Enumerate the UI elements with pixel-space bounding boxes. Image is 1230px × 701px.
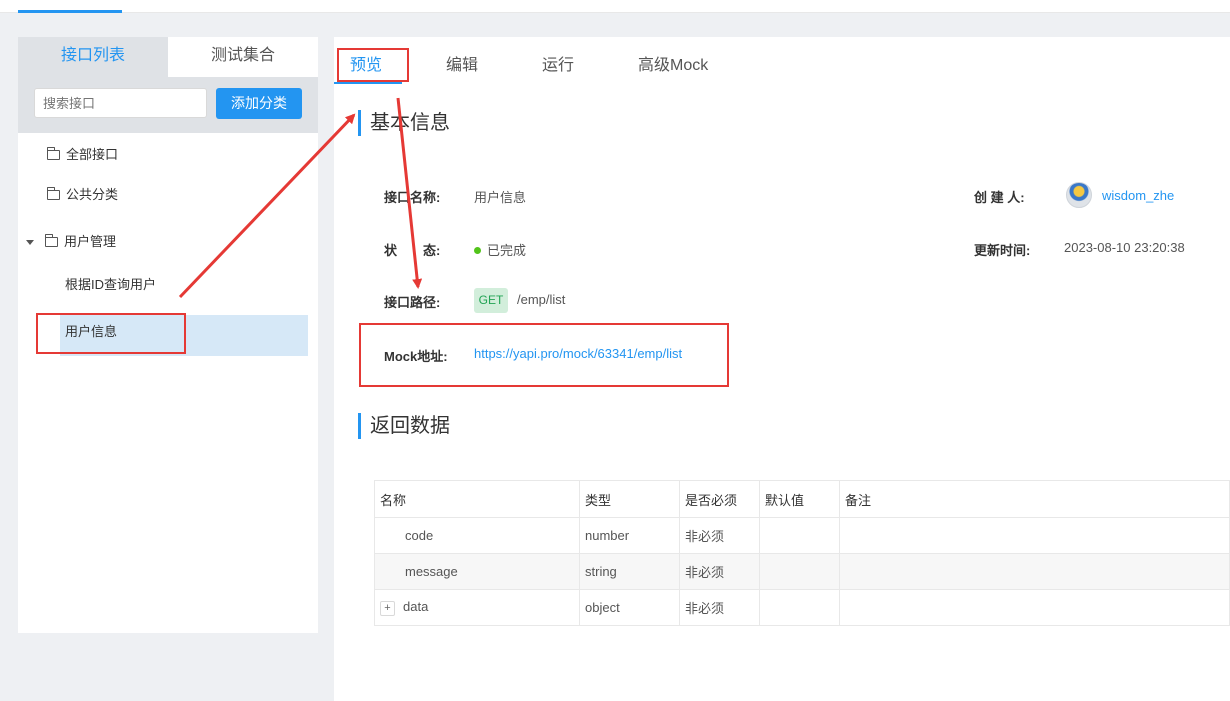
sidebar-item-label: 全部接口 (66, 147, 119, 162)
status-dot-icon (474, 247, 481, 255)
return-data-table: 名称 类型 是否必须 默认值 备注 code number 非必须 messag… (374, 480, 1230, 626)
folder-open-icon (45, 233, 58, 247)
avatar[interactable] (1066, 182, 1092, 208)
tab-edit[interactable]: 编辑 (446, 51, 478, 75)
field-name-cell: + data (374, 589, 580, 626)
top-header-bar (0, 0, 1230, 13)
tab-advanced-mock[interactable]: 高级Mock (638, 51, 708, 75)
table-header-note: 备注 (839, 480, 1230, 518)
creator-label: 创 建 人: (974, 190, 1025, 205)
field-type-cell: object (579, 589, 680, 626)
caret-down-icon[interactable] (26, 240, 34, 246)
tab-run[interactable]: 运行 (542, 51, 574, 75)
method-badge: GET (474, 288, 508, 313)
table-row: code number 非必须 (374, 517, 1230, 554)
field-type-cell: number (579, 517, 680, 554)
folder-icon (47, 146, 60, 160)
annotation-box-user-info (36, 313, 186, 354)
field-type-cell: string (579, 553, 680, 590)
sidebar-item-public-category[interactable]: 公共分类 (47, 180, 118, 210)
sidebar-item-query-user-by-id[interactable]: 根据ID查询用户 (65, 270, 156, 300)
interface-name-value: 用户信息 (474, 190, 527, 205)
sidebar-item-label: 根据ID查询用户 (65, 277, 157, 292)
sidebar-search-area: 添加分类 (18, 77, 318, 133)
field-required-cell: 非必须 (679, 589, 760, 626)
interface-path-value: /emp/list (517, 292, 566, 307)
table-row: + data object 非必须 (374, 589, 1230, 626)
top-active-indicator (18, 10, 122, 13)
annotation-box-mock-address (359, 323, 729, 387)
creator-link[interactable]: wisdom_zhe (1102, 188, 1174, 203)
field-note-cell (839, 553, 1230, 590)
table-header-name: 名称 (374, 480, 580, 518)
table-header-required: 是否必须 (679, 480, 760, 518)
interface-path-label: 接口路径: (384, 295, 441, 310)
field-default-cell (759, 553, 840, 590)
sidebar-item-label: 公共分类 (66, 187, 119, 202)
status-label: 状 态: (384, 243, 441, 258)
field-required-cell: 非必须 (679, 553, 760, 590)
table-header-type: 类型 (579, 480, 680, 518)
field-default-cell (759, 517, 840, 554)
interface-name-label: 接口名称: (384, 190, 441, 205)
folder-icon (47, 186, 60, 200)
sidebar-tabs: 接口列表 测试集合 (18, 37, 318, 77)
active-tab-underline (334, 82, 402, 84)
table-header-default: 默认值 (759, 480, 840, 518)
field-default-cell (759, 589, 840, 626)
updated-time-value: 2023-08-10 23:20:38 (1064, 240, 1185, 255)
table-header-row: 名称 类型 是否必须 默认值 备注 (374, 480, 1230, 518)
field-note-cell (839, 589, 1230, 626)
sidebar-item-label: 用户管理 (64, 234, 117, 249)
status-value: 已完成 (474, 240, 526, 259)
add-category-button[interactable]: 添加分类 (216, 88, 302, 119)
field-name-cell: code (374, 517, 580, 554)
basic-info-title: 基本信息 (358, 110, 450, 136)
return-data-title: 返回数据 (358, 413, 450, 439)
status-text: 已完成 (487, 243, 527, 258)
annotation-box-preview-tab (337, 48, 409, 82)
sidebar-item-user-management[interactable]: 用户管理 (26, 227, 116, 257)
field-name-text: data (403, 599, 429, 615)
search-interface-input[interactable] (34, 88, 207, 118)
field-note-cell (839, 517, 1230, 554)
tab-test-collection[interactable]: 测试集合 (168, 37, 318, 77)
field-required-cell: 非必须 (679, 517, 760, 554)
table-row: message string 非必须 (374, 553, 1230, 590)
field-name-cell: message (374, 553, 580, 590)
sidebar-item-all-interfaces[interactable]: 全部接口 (47, 140, 118, 170)
expand-row-button[interactable]: + (380, 600, 395, 616)
tab-interface-list[interactable]: 接口列表 (18, 37, 168, 77)
updated-time-label: 更新时间: (974, 243, 1031, 258)
